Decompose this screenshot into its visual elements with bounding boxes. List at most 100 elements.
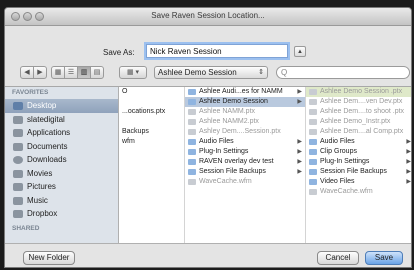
sidebar: FAVORITES Desktop slatedigital Applicati… [5, 87, 118, 243]
file-row[interactable]: Ashlee Dem....ven Dev.ptx [306, 97, 411, 107]
shared-header: SHARED [12, 224, 40, 232]
sidebar-item-label: Documents [27, 141, 68, 151]
documents-icon [13, 142, 23, 151]
save-dialog: Save Raven Session Location... Save As: … [4, 7, 412, 268]
sidebar-item-label: Dropbox [27, 209, 58, 218]
chevron-right-icon: ▶ [406, 179, 411, 185]
row-label: RAVEN overlay dev test [199, 158, 274, 165]
new-folder-button[interactable]: New Folder [23, 251, 75, 265]
window-title: Save Raven Session Location... [151, 11, 265, 20]
file-row[interactable] [119, 117, 184, 127]
folder-icon [188, 149, 196, 155]
title-bar: Save Raven Session Location... [5, 8, 411, 26]
folder-row[interactable]: Session File Backups ▶ [306, 167, 411, 177]
toolbar: ◀ ▶ ▦ ☰ ▥ ▤ ▦ ▾ Ashlee Demo Session ⇕ Q [5, 66, 411, 84]
folder-row[interactable]: Plug-In Settings ▶ [185, 147, 305, 157]
row-label: ...ocations.ptx [122, 108, 166, 115]
folder-row[interactable]: Ashlee Audi...es for NAMM ▶ [185, 87, 305, 97]
folder-icon [309, 149, 317, 155]
file-row[interactable]: ...ocations.ptx [119, 107, 184, 117]
sidebar-item-desktop[interactable]: Desktop [5, 99, 118, 113]
forward-button[interactable]: ▶ [33, 66, 47, 79]
document-icon [309, 99, 317, 105]
folder-icon [188, 89, 196, 95]
sidebar-item-dropbox[interactable]: Dropbox [5, 207, 118, 221]
column-session-folder: Ashlee Audi...es for NAMM ▶ Ashlee Demo Se… [185, 87, 306, 243]
folder-row[interactable]: Session File Backups ▶ [185, 167, 305, 177]
save-as-field[interactable]: Nick Raven Session [146, 44, 288, 58]
sidebar-item-label: Movies [27, 168, 53, 178]
file-row[interactable]: Ashlee NAMM.ptx [185, 107, 305, 117]
row-label: Audio Files [199, 138, 234, 145]
sidebar-item-music[interactable]: Music [5, 194, 118, 208]
folder-row[interactable]: Ashlee Demo Session ▶ [185, 97, 305, 107]
folder-row[interactable]: Video Files ▶ [306, 177, 411, 187]
document-icon [309, 129, 317, 135]
sidebar-item-slatedigital[interactable]: slatedigital [5, 113, 118, 127]
save-as-label: Save As: [103, 48, 135, 57]
file-row[interactable]: Ashlee Demo Session .ptx [306, 87, 411, 97]
file-row[interactable] [119, 97, 184, 107]
arrange-button[interactable]: ▦ ▾ [119, 66, 147, 79]
column-ashlee-demo-session: Ashlee Demo Session .ptx Ashlee Dem....ve… [306, 87, 411, 243]
chevron-right-icon: ▶ [406, 159, 411, 165]
search-field[interactable]: Q [276, 66, 410, 79]
back-button[interactable]: ◀ [20, 66, 34, 79]
applications-icon [13, 129, 23, 137]
row-label: Session File Backups [199, 168, 266, 175]
file-row[interactable]: WaveCache.wfm [306, 187, 411, 197]
location-popup[interactable]: Ashlee Demo Session ⇕ [154, 66, 268, 79]
folder-row[interactable]: Audio Files ▶ [306, 137, 411, 147]
file-row[interactable]: wfm [119, 137, 184, 147]
folder-row[interactable]: RAVEN overlay dev test ▶ [185, 157, 305, 167]
folder-row[interactable]: Clip Groups ▶ [306, 147, 411, 157]
column-browser: O ...ocations.ptx Backups wfm Ashlee Audi..… [118, 87, 411, 243]
file-row[interactable]: Ashlee NAMM2.ptx [185, 117, 305, 127]
file-row[interactable]: WaveCache.wfm [185, 177, 305, 187]
folder-icon [188, 139, 196, 145]
column-view-button[interactable]: ▥ [77, 66, 91, 79]
list-view-button[interactable]: ☰ [64, 66, 78, 79]
expand-dialog-button[interactable]: ▲ [294, 46, 306, 57]
file-row[interactable]: Ashlee Dem....to shoot .ptx [306, 107, 411, 117]
document-icon [309, 189, 317, 195]
row-label: Ashlee Dem....to shoot .ptx [320, 108, 405, 115]
folder-row[interactable]: Plug-In Settings ▶ [306, 157, 411, 167]
folder-icon [188, 169, 196, 175]
folder-icon [188, 159, 196, 165]
document-icon [188, 129, 196, 135]
chevron-right-icon: ▶ [297, 89, 302, 95]
row-label: Backups [122, 128, 149, 135]
folder-icon [309, 169, 317, 175]
sidebar-item-movies[interactable]: Movies [5, 167, 118, 181]
pictures-icon [13, 183, 23, 191]
file-row[interactable]: Ashley Dem....Session.ptx [185, 127, 305, 137]
document-icon [188, 109, 196, 115]
row-label: Ashlee NAMM2.ptx [199, 118, 259, 125]
row-label: O [122, 88, 128, 95]
folder-row[interactable]: Audio Files ▶ [185, 137, 305, 147]
save-button[interactable]: Save [365, 251, 403, 265]
music-icon [13, 196, 23, 205]
row-label: Audio Files [320, 138, 355, 145]
coverflow-view-button[interactable]: ▤ [90, 66, 104, 79]
location-popup-label: Ashlee Demo Session [158, 68, 237, 77]
icon-view-button[interactable]: ▦ [51, 66, 65, 79]
sidebar-item-pictures[interactable]: Pictures [5, 180, 118, 194]
file-row[interactable]: Ashlee Dem....al Comp.ptx [306, 127, 411, 137]
row-label: Ashlee NAMM.ptx [199, 108, 256, 115]
file-row[interactable]: Ashlee Demo_Instr.ptx [306, 117, 411, 127]
sidebar-item-applications[interactable]: Applications [5, 126, 118, 140]
sidebar-item-label: Applications [27, 128, 71, 137]
document-icon [188, 179, 196, 185]
cancel-button[interactable]: Cancel [317, 251, 359, 265]
sidebar-item-downloads[interactable]: Downloads [5, 153, 118, 167]
file-row[interactable]: Backups [119, 127, 184, 137]
sidebar-item-label: Desktop [27, 101, 57, 110]
row-label: Ashlee Demo Session .ptx [320, 88, 403, 95]
file-row[interactable]: O [119, 87, 184, 97]
row-label: Plug-In Settings [320, 158, 370, 165]
dropbox-icon [13, 210, 23, 218]
sidebar-item-documents[interactable]: Documents [5, 140, 118, 154]
movies-icon [13, 169, 23, 178]
